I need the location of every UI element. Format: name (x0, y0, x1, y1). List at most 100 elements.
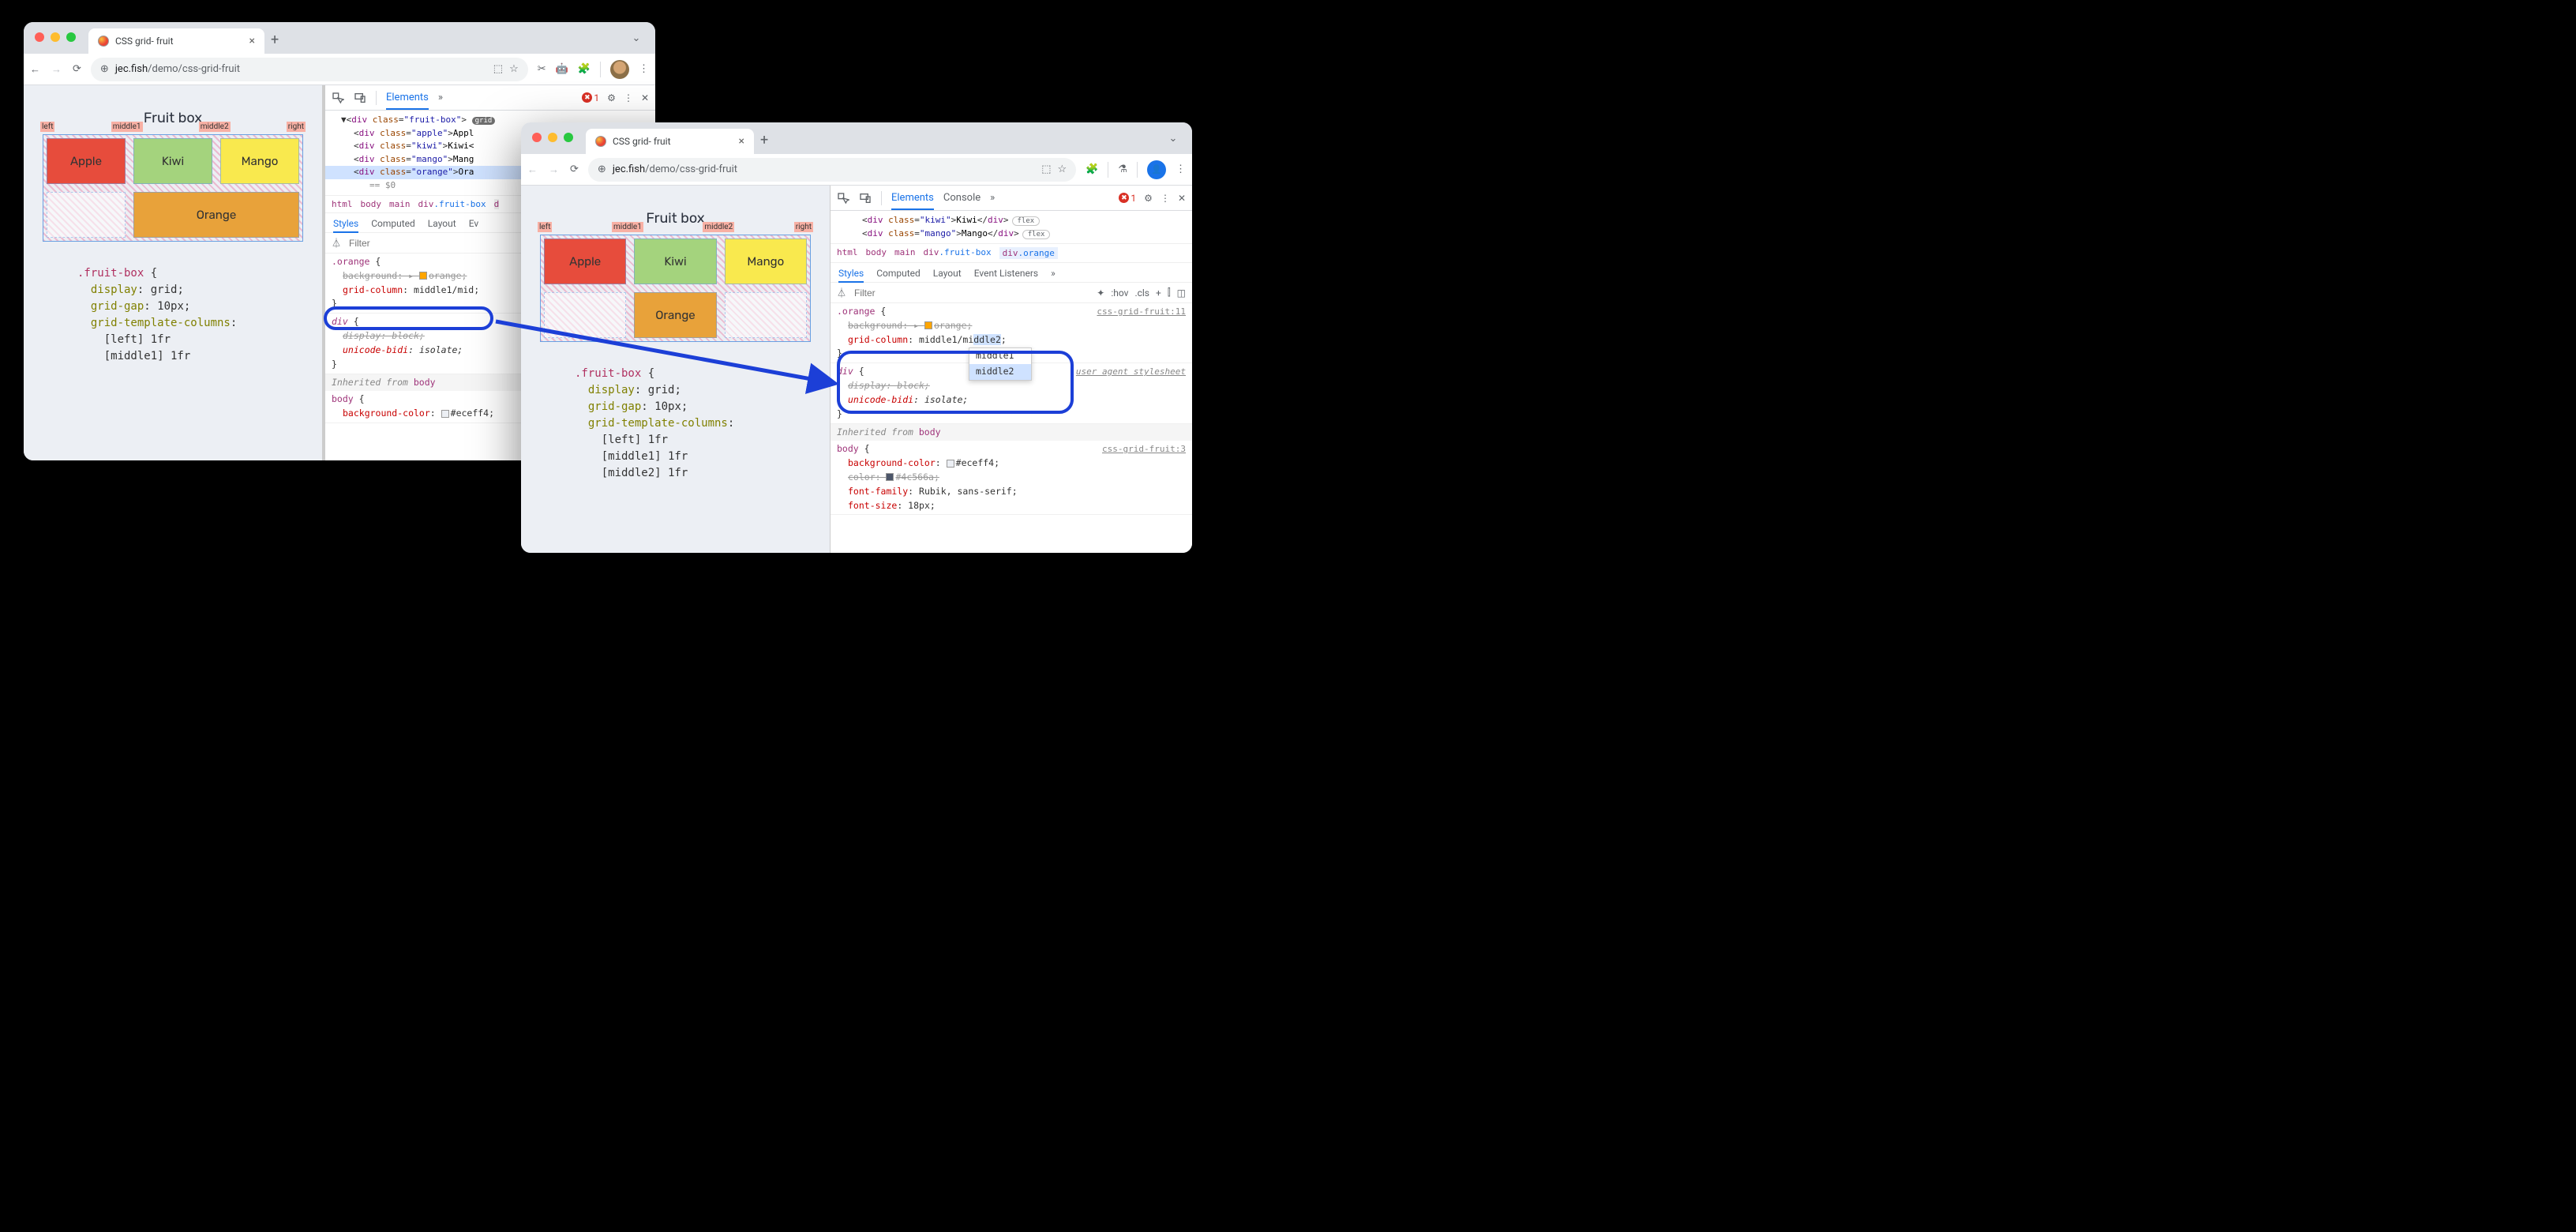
back-icon[interactable]: ← (30, 63, 40, 76)
labs-icon[interactable]: ⚗ (1118, 163, 1127, 175)
subtab-styles[interactable]: Styles (838, 268, 864, 279)
install-app-icon[interactable]: ⬚ (493, 63, 503, 75)
styles-filter-bar: ⏃ ✦ :hov .cls + ⫿ ◫ (831, 283, 1192, 303)
reload-icon[interactable]: ⟳ (570, 163, 579, 175)
tab-elements[interactable]: Elements (891, 192, 934, 204)
close-window-icon[interactable] (35, 32, 44, 42)
close-devtools-icon[interactable]: ✕ (1178, 193, 1186, 204)
subtab-computed[interactable]: Computed (876, 268, 921, 279)
devtools-panel: Elements Console » 1 ⚙ ⋮ ✕ <div class="k… (831, 186, 1192, 553)
maximize-window-icon[interactable] (66, 32, 76, 42)
grid-line-label: middle2 (703, 222, 734, 232)
subtab-ev[interactable]: Ev (469, 218, 478, 229)
filter-icon: ⏃ (837, 286, 846, 299)
toolbar: ← → ⟳ ⊕ jec.fish/demo/css-grid-fruit ⬚ ☆… (521, 154, 1192, 186)
minimize-window-icon[interactable] (51, 32, 60, 42)
grid-empty-cell (725, 292, 807, 338)
more-subtabs-icon[interactable]: » (1051, 268, 1056, 279)
breadcrumb[interactable]: html body main div.fruit-box div.orange (831, 244, 1192, 263)
url-host: jec.fish (115, 63, 148, 75)
subtab-layout[interactable]: Layout (428, 218, 456, 229)
close-tab-icon[interactable]: × (739, 135, 744, 148)
titlebar: CSS grid- fruit × + ⌄ (24, 22, 655, 54)
grid-item-apple: Apple (544, 239, 626, 284)
device-mode-icon[interactable] (859, 192, 872, 205)
bookmark-icon[interactable]: ☆ (509, 63, 519, 75)
filter-input[interactable] (853, 287, 1090, 299)
grid-empty-cell (47, 192, 126, 238)
kebab-menu-icon[interactable]: ⋮ (624, 92, 633, 103)
grid-line-label: right (794, 222, 813, 232)
code-sample: .fruit-box { display: grid; grid-gap: 10… (77, 265, 286, 365)
robot-extension-icon[interactable]: 🤖 (556, 63, 568, 75)
menu-icon[interactable]: ⋮ (639, 63, 649, 75)
reload-icon[interactable]: ⟳ (73, 63, 81, 75)
site-info-icon[interactable]: ⊕ (100, 63, 109, 75)
grid-item-mango: Mango (725, 239, 807, 284)
grid-item-orange: Orange (133, 192, 299, 238)
error-count: 1 (582, 92, 599, 103)
ai-assist-icon[interactable]: ✦ (1097, 287, 1104, 299)
maximize-window-icon[interactable] (564, 133, 573, 142)
sidebar-toggle-icon[interactable]: ◫ (1177, 287, 1186, 299)
more-tabs-icon[interactable]: » (438, 92, 443, 103)
browser-tab[interactable]: CSS grid- fruit × (88, 28, 264, 54)
subtab-layout[interactable]: Layout (933, 268, 962, 279)
subtab-styles[interactable]: Styles (333, 218, 358, 229)
address-bar[interactable]: ⊕ jec.fish/demo/css-grid-fruit ⬚ ☆ (588, 158, 1076, 182)
inspect-icon[interactable] (332, 92, 344, 104)
more-tabs-icon[interactable]: » (990, 192, 995, 204)
minimize-window-icon[interactable] (548, 133, 557, 142)
device-mode-icon[interactable] (354, 92, 366, 104)
cls-toggle[interactable]: .cls (1134, 287, 1149, 299)
grid-line-label: middle1 (111, 122, 143, 132)
address-bar[interactable]: ⊕ jec.fish/demo/css-grid-fruit ⬚ ☆ (91, 58, 528, 81)
grid-overlay: left middle1 middle2 right Apple Kiwi Ma… (540, 235, 811, 342)
extensions-icon[interactable]: 🧩 (578, 63, 591, 75)
browser-tab[interactable]: CSS grid- fruit × (586, 129, 754, 154)
error-count: 1 (1119, 193, 1136, 204)
site-info-icon[interactable]: ⊕ (598, 163, 606, 175)
profile-avatar[interactable] (610, 60, 629, 79)
new-tab-button[interactable]: + (271, 32, 279, 48)
computed-styles-icon[interactable]: ⫿ (1168, 287, 1171, 299)
settings-icon[interactable]: ⚙ (607, 92, 616, 103)
tab-dropdown-icon[interactable]: ⌄ (627, 28, 646, 47)
tab-elements[interactable]: Elements (386, 92, 429, 103)
back-icon: ← (527, 163, 538, 176)
inspect-icon[interactable] (837, 192, 849, 205)
grid-item-kiwi: Kiwi (133, 138, 212, 184)
extensions-icon[interactable]: 🧩 (1086, 163, 1098, 175)
menu-icon[interactable]: ⋮ (1176, 163, 1186, 175)
new-tab-button[interactable]: + (760, 132, 768, 148)
close-tab-icon[interactable]: × (249, 35, 255, 47)
install-app-icon[interactable]: ⬚ (1041, 163, 1051, 175)
bookmark-icon[interactable]: ☆ (1058, 163, 1067, 175)
code-sample: .fruit-box { display: grid; grid-gap: 10… (575, 366, 793, 482)
close-window-icon[interactable] (532, 133, 542, 142)
grid-line-label: right (287, 122, 306, 132)
styles-subtabs: Styles Computed Layout Event Listeners » (831, 263, 1192, 283)
new-rule-icon[interactable]: + (1156, 287, 1161, 299)
browser-window-after: CSS grid- fruit × + ⌄ ← → ⟳ ⊕ jec.fish/d… (521, 122, 1192, 553)
filter-icon: ⏃ (332, 236, 341, 250)
scissors-extension-icon[interactable]: ✂ (538, 63, 546, 75)
tab-console[interactable]: Console (943, 192, 981, 204)
page-content: Fruit box left middle1 middle2 right App… (521, 186, 831, 553)
grid-item-orange: Orange (634, 292, 716, 338)
kebab-menu-icon[interactable]: ⋮ (1161, 193, 1170, 204)
autocomplete-item[interactable]: middle1 (969, 348, 1031, 364)
hov-toggle[interactable]: :hov (1111, 287, 1128, 299)
favicon-icon (98, 36, 109, 47)
tab-dropdown-icon[interactable]: ⌄ (1164, 129, 1183, 148)
dom-tree[interactable]: <div class="kiwi">Kiwi</div>flex <div cl… (831, 211, 1192, 244)
grid-line-label: middle2 (199, 122, 231, 132)
subtab-ev[interactable]: Event Listeners (974, 268, 1038, 279)
subtab-computed[interactable]: Computed (371, 218, 415, 229)
close-devtools-icon[interactable]: ✕ (641, 92, 649, 103)
favicon-icon (595, 136, 606, 147)
profile-avatar[interactable]: 👤 (1147, 160, 1166, 179)
tab-title: CSS grid- fruit (613, 136, 671, 147)
styles-pane[interactable]: css-grid-fruit:11 .orange { background: … (831, 303, 1192, 553)
settings-icon[interactable]: ⚙ (1144, 193, 1153, 204)
